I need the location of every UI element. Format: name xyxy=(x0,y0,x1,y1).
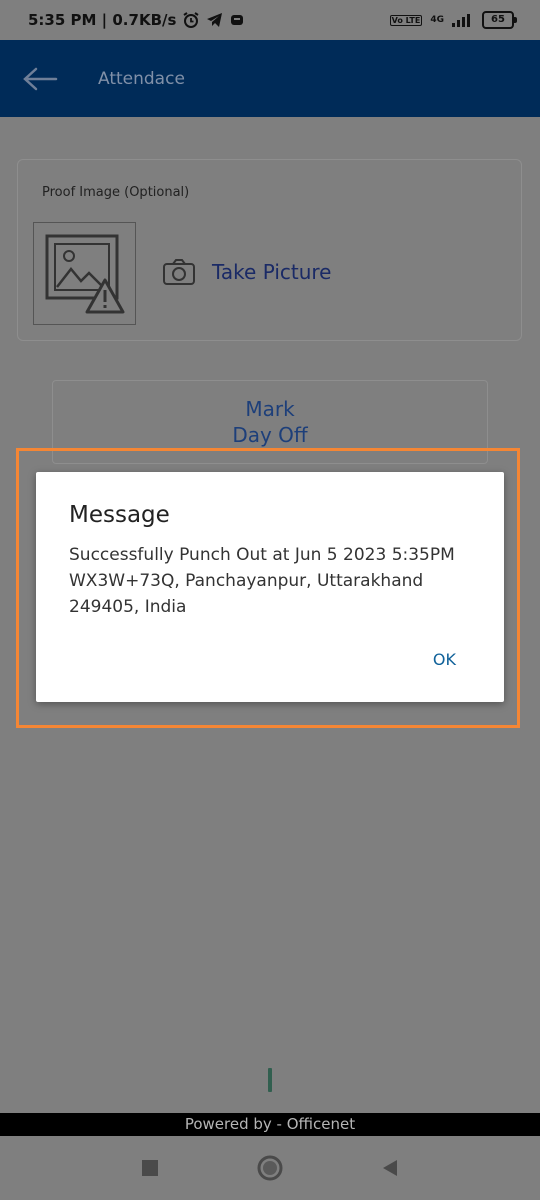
page-title: Attendace xyxy=(98,68,185,89)
recents-button[interactable] xyxy=(135,1153,165,1183)
proof-image-label: Proof Image (Optional) xyxy=(42,185,190,200)
app-bar: Attendace xyxy=(0,40,540,117)
triangle-back-icon xyxy=(383,1160,397,1176)
scroll-indicator xyxy=(268,1068,272,1092)
powered-by-footer: Powered by - Officenet xyxy=(0,1113,540,1136)
home-button[interactable] xyxy=(255,1153,285,1183)
system-nav-bar xyxy=(0,1136,540,1200)
alarm-icon xyxy=(182,11,200,29)
arrow-left-icon xyxy=(23,67,58,90)
network-type: 4G xyxy=(430,14,444,25)
mark-day-off-line1: Mark xyxy=(245,397,295,421)
take-picture-label: Take Picture xyxy=(212,260,332,284)
notification-icon xyxy=(230,13,244,27)
status-time-speed: 5:35 PM | 0.7KB/s xyxy=(28,11,177,29)
battery-icon: 65 xyxy=(482,11,517,29)
back-nav-button[interactable] xyxy=(375,1153,405,1183)
back-button[interactable] xyxy=(20,59,60,99)
proof-image-preview[interactable] xyxy=(33,222,136,325)
take-picture-button[interactable]: Take Picture xyxy=(162,258,331,286)
ok-button[interactable]: OK xyxy=(433,650,456,669)
signal-icon xyxy=(452,13,474,27)
dialog-message: Successfully Punch Out at Jun 5 2023 5:3… xyxy=(69,545,455,617)
camera-icon xyxy=(163,259,195,285)
circle-icon xyxy=(257,1155,283,1181)
message-dialog: Message Successfully Punch Out at Jun 5 … xyxy=(36,472,504,702)
volte-icon: Vo LTE xyxy=(389,14,423,26)
square-icon xyxy=(142,1160,158,1176)
status-bar: 5:35 PM | 0.7KB/s Vo LTE 4G 65 xyxy=(0,0,540,40)
telegram-icon xyxy=(206,12,224,28)
dialog-title: Message xyxy=(69,502,170,528)
proof-image-card: Proof Image (Optional) Take Picture xyxy=(17,159,522,341)
broken-image-icon xyxy=(45,234,124,313)
mark-day-off-line2: Day Off xyxy=(232,423,308,447)
